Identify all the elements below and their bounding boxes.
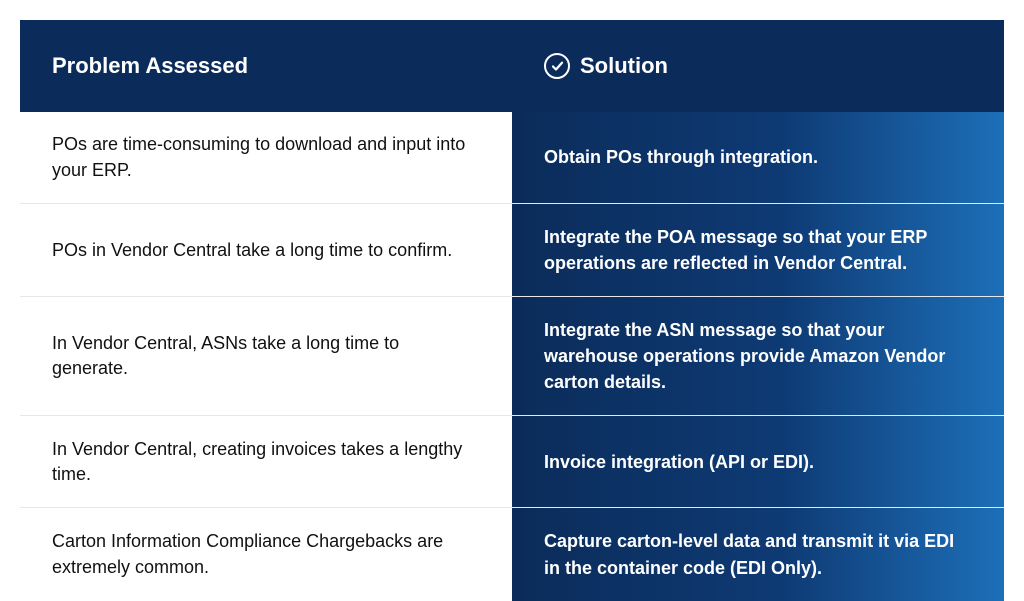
solution-text: Invoice integration (API or EDI). <box>544 449 814 475</box>
check-circle-icon <box>544 53 570 79</box>
solution-text: Capture carton-level data and transmit i… <box>544 528 972 580</box>
problem-cell: Carton Information Compliance Chargeback… <box>20 508 512 600</box>
solution-text: Integrate the ASN message so that your w… <box>544 317 972 395</box>
table-row: In Vendor Central, ASNs take a long time… <box>20 297 1004 416</box>
solution-cell: Obtain POs through integration. <box>512 112 1004 203</box>
table-row: Carton Information Compliance Chargeback… <box>20 508 1004 600</box>
solution-cell: Capture carton-level data and transmit i… <box>512 508 1004 600</box>
table-row: POs are time-consuming to download and i… <box>20 112 1004 204</box>
table-row: POs in Vendor Central take a long time t… <box>20 204 1004 297</box>
problem-text: POs in Vendor Central take a long time t… <box>52 238 452 263</box>
solution-cell: Integrate the ASN message so that your w… <box>512 297 1004 415</box>
problem-cell: In Vendor Central, creating invoices tak… <box>20 416 512 507</box>
solution-cell: Invoice integration (API or EDI). <box>512 416 1004 507</box>
problem-solution-table: Problem Assessed Solution POs are time-c… <box>20 20 1004 601</box>
problem-cell: POs in Vendor Central take a long time t… <box>20 204 512 296</box>
problem-text: In Vendor Central, ASNs take a long time… <box>52 331 480 381</box>
problem-cell: In Vendor Central, ASNs take a long time… <box>20 297 512 415</box>
table-body: POs are time-consuming to download and i… <box>20 112 1004 601</box>
solution-text: Obtain POs through integration. <box>544 144 818 170</box>
header-problem-cell: Problem Assessed <box>20 20 512 112</box>
solution-cell: Integrate the POA message so that your E… <box>512 204 1004 296</box>
header-solution-label: Solution <box>580 50 668 82</box>
problem-cell: POs are time-consuming to download and i… <box>20 112 512 203</box>
problem-text: In Vendor Central, creating invoices tak… <box>52 437 480 487</box>
problem-text: Carton Information Compliance Chargeback… <box>52 529 480 579</box>
table-header-row: Problem Assessed Solution <box>20 20 1004 112</box>
header-problem-label: Problem Assessed <box>52 51 248 82</box>
problem-text: POs are time-consuming to download and i… <box>52 132 480 182</box>
table-row: In Vendor Central, creating invoices tak… <box>20 416 1004 508</box>
solution-text: Integrate the POA message so that your E… <box>544 224 972 276</box>
header-solution-cell: Solution <box>512 20 1004 112</box>
